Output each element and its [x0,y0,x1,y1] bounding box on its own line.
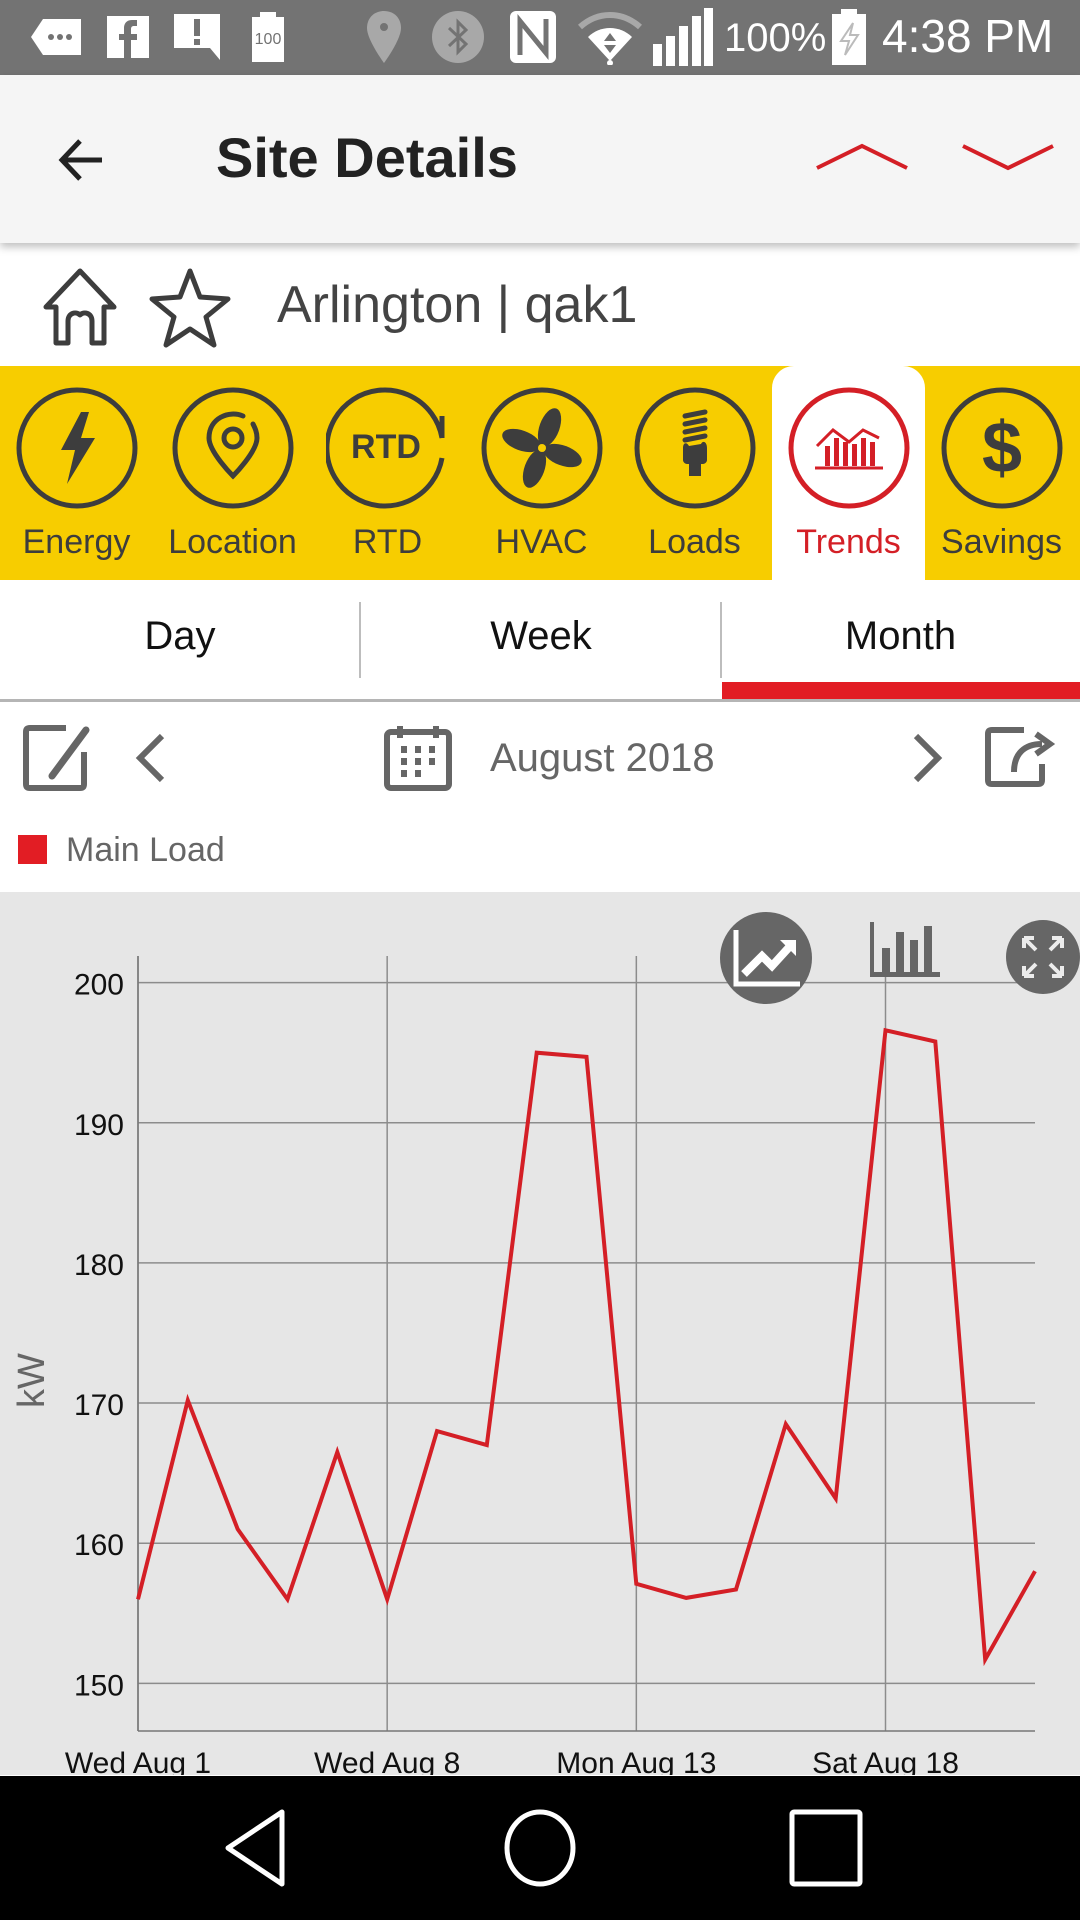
message-more-icon [28,14,84,60]
category-label: Energy [22,523,131,561]
clock: 4:38 PM [882,10,1054,62]
series-line-main-load [136,1027,1037,1667]
tab-label: Day [144,614,216,658]
light-bulb-icon [633,386,757,510]
facebook-icon [106,14,150,60]
share-icon[interactable] [984,726,1056,793]
nav-back-icon[interactable] [220,1808,310,1888]
category-label: HVAC [495,523,588,561]
chevron-up-icon[interactable] [812,130,912,190]
category-savings[interactable]: $ Savings [925,366,1078,580]
y-tick-label: 180 [74,1249,124,1282]
category-hvac[interactable]: HVAC [465,366,618,580]
chart-legend: Main Load [0,812,1080,892]
app-bar: Site Details [0,75,1080,243]
battery-percent: 100% [724,16,827,60]
legend-swatch [18,835,47,864]
y-tick-label: 170 [74,1389,124,1422]
bluetooth-icon [430,11,486,63]
svg-text:100: 100 [255,31,282,48]
date-label: August 2018 [490,736,715,780]
y-tick-label: 160 [74,1529,124,1562]
edit-icon[interactable] [22,724,92,797]
wifi-icon [578,12,642,65]
x-tick-label: Sat Aug 18 [812,1747,959,1775]
nav-home-icon[interactable] [495,1808,585,1888]
battery-100-icon: 100 [248,12,288,62]
tab-label: Month [844,614,957,658]
y-tick-label: 150 [74,1669,124,1702]
y-tick-label: 200 [74,969,124,1002]
category-trends[interactable]: Trends [772,366,925,580]
period-tabs: Day Week Month [0,580,1080,702]
category-label: Location [168,523,297,561]
category-label: Trends [796,523,901,561]
x-tick-label: Mon Aug 13 [556,1747,716,1775]
nav-recents-icon[interactable] [782,1808,872,1888]
line-chart: 150 160 170 180 190 200 Wed Aug 1 Wed Aug 8 Mon … [11,956,1037,1775]
map-pin-icon [171,386,295,510]
legend-label: Main Load [66,831,225,869]
trend-chart[interactable]: 150 160 170 180 190 200 Wed Aug 1 Wed Aug 8 Mon … [0,892,1080,1775]
calendar-icon[interactable] [383,724,453,797]
lightning-icon [15,386,139,510]
category-rtd[interactable]: RTD RTD [311,366,464,580]
status-bar: 100 100% 4:38 PM [0,0,1080,75]
rtd-refresh-icon: RTD [323,386,450,510]
category-location[interactable]: Location [156,366,309,580]
tab-week[interactable]: Week [361,580,721,699]
category-energy[interactable]: Energy [0,366,153,580]
date-navigator: August 2018 [0,702,1080,812]
star-outline-icon[interactable] [148,265,232,349]
category-label: RTD [352,523,423,561]
category-bar: Energy Location RTD RTD HVAC Loads Trend… [0,366,1080,580]
x-tick-label: Wed Aug 1 [65,1747,211,1775]
alert-icon [172,14,224,60]
x-tick-label: Wed Aug 8 [314,1747,460,1775]
page-title: Site Details [216,126,518,189]
system-nav-bar [0,1776,1080,1920]
category-loads[interactable]: Loads [618,366,771,580]
y-tick-label: 190 [74,1109,124,1142]
chevron-down-icon[interactable] [958,130,1058,190]
trend-chart-icon [787,386,911,510]
location-icon [362,11,406,63]
home-icon[interactable] [38,265,122,349]
tab-month[interactable]: Month [721,580,1080,699]
svg-text:$: $ [981,408,1021,488]
chevron-left-icon[interactable] [132,732,168,789]
category-label: Savings [941,523,1062,561]
tab-label: Week [490,614,592,658]
y-axis-label: kW [11,1353,53,1408]
svg-text:RTD: RTD [351,428,421,466]
arrow-left-icon[interactable] [50,125,120,195]
battery-charging-icon [830,9,868,65]
site-name: Arlington | qak1 [277,276,638,334]
site-header: Arlington | qak1 [0,243,1080,366]
tab-day[interactable]: Day [0,580,360,699]
dollar-icon: $ [940,386,1064,510]
nfc-icon [508,11,558,63]
signal-icon [652,8,714,66]
fan-icon [480,386,604,510]
chevron-right-icon[interactable] [910,732,946,789]
category-label: Loads [648,523,741,561]
